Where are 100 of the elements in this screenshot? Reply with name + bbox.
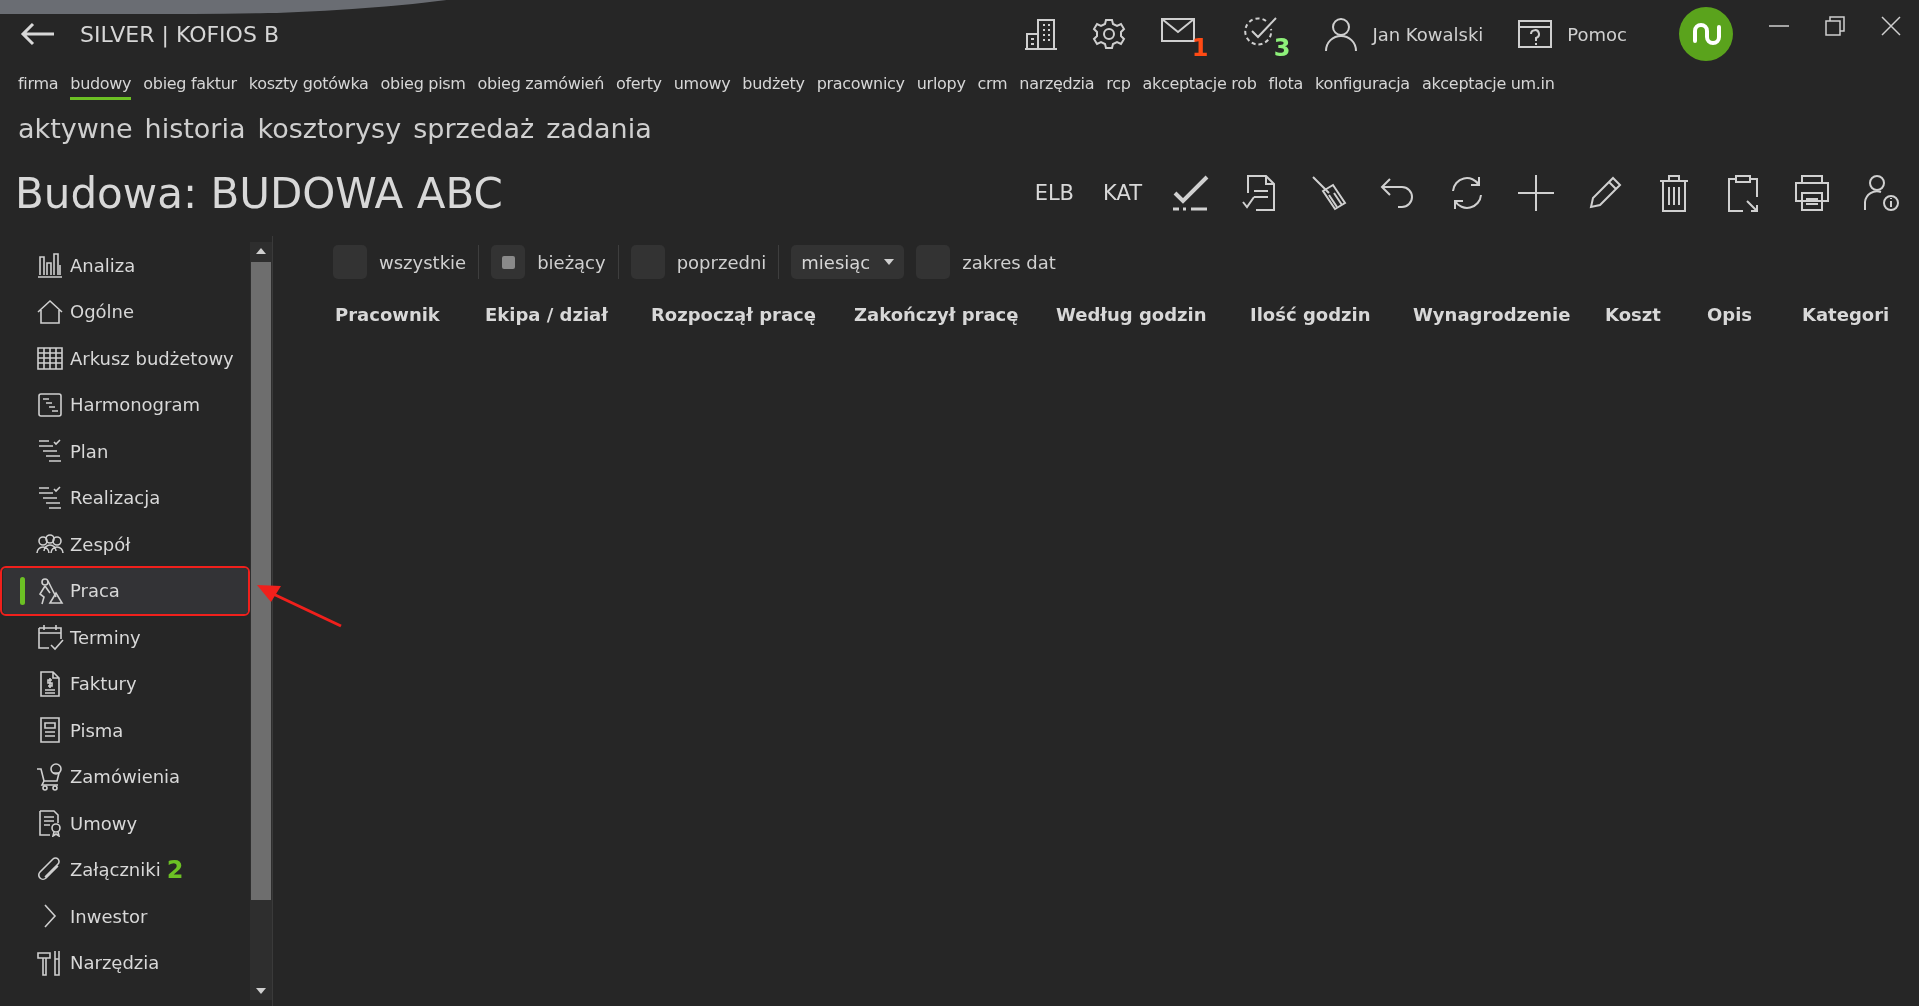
column-header[interactable]: Rozpoczął pracę [651, 304, 854, 325]
scroll-up-icon[interactable] [256, 248, 266, 254]
back-arrow-icon[interactable] [20, 22, 56, 46]
sidebar-item-label: Analiza [70, 254, 136, 276]
sidebar-item[interactable]: Arkusz budżetowy [3, 335, 250, 382]
checkbox-label[interactable]: wszystkie [379, 251, 467, 273]
nav-tab[interactable]: obieg pism [380, 74, 466, 100]
grid-icon [36, 344, 64, 373]
column-header[interactable]: Koszt [1605, 304, 1707, 325]
sub-tab[interactable]: aktywne [18, 112, 133, 144]
caret-icon [884, 259, 895, 265]
column-header[interactable]: Kategori [1802, 304, 1890, 325]
help-window-icon[interactable] [1517, 19, 1554, 49]
mail-count: 1 [1191, 34, 1209, 62]
toolbar-text-button[interactable]: ELB [1034, 181, 1075, 205]
sidebar-item[interactable]: Realizacja [3, 474, 250, 521]
column-header[interactable]: Ilość godzin [1250, 304, 1413, 325]
toolbar-text-button[interactable]: KAT [1103, 181, 1142, 205]
column-header[interactable]: Pracownik [335, 304, 485, 325]
sidebar-item-label: Inwestor [70, 905, 148, 927]
nav-tab[interactable]: pracownicy [816, 74, 905, 100]
steps-icon [36, 390, 64, 419]
checkbox-label[interactable]: poprzedni [676, 251, 767, 273]
sidebar-item-label: Harmonogram [70, 394, 200, 416]
sub-tab[interactable]: sprzedaż [413, 112, 535, 144]
window-title: SILVER | KOFIOS B [80, 21, 279, 47]
sidebar-item[interactable]: Plan [3, 428, 250, 475]
page-title: Budowa: BUDOWA ABC [15, 168, 503, 218]
user-icon[interactable] [1324, 16, 1359, 52]
sidebar-item[interactable]: Zamówienia [3, 753, 250, 800]
sidebar-item[interactable]: Terminy [3, 614, 250, 661]
check-list-icon[interactable] [1171, 173, 1211, 213]
sidebar-item[interactable]: Harmonogram [3, 381, 250, 428]
sidebar-item[interactable]: Inwestor [3, 893, 250, 940]
restore-icon[interactable] [1825, 16, 1845, 36]
user-name[interactable]: Jan Kowalski [1372, 23, 1484, 45]
scrollbar-thumb[interactable] [251, 262, 271, 900]
column-header[interactable]: Ekipa / dział [485, 304, 651, 325]
sidebar-item[interactable]: Praca [3, 567, 248, 614]
help-link[interactable]: Pomoc [1567, 23, 1627, 45]
sidebar-item[interactable]: Faktury [3, 660, 250, 707]
sidebar-item-label: Praca [70, 580, 120, 602]
column-header[interactable]: Według godzin [1056, 304, 1250, 325]
sub-tab[interactable]: historia [144, 112, 246, 144]
nav-tab[interactable]: umowy [673, 74, 731, 100]
sidebar-item-label: Pisma [70, 719, 124, 741]
scroll-down-icon[interactable] [256, 988, 266, 994]
nav-tab[interactable]: konfiguracja [1315, 74, 1410, 100]
nav-tab[interactable]: crm [977, 74, 1008, 100]
nav-tab[interactable]: oferty [616, 74, 662, 100]
nav-tab[interactable]: budowy [70, 74, 132, 100]
sidebar-item-label: Zespół [70, 533, 131, 555]
nav-tab[interactable]: akceptacje um.in [1421, 74, 1555, 100]
checkbox[interactable] [491, 245, 526, 279]
sidebar-item-label: Narzędzia [70, 952, 160, 974]
tasks-count: 3 [1273, 34, 1291, 62]
plus-icon[interactable] [1516, 173, 1556, 213]
broom-icon[interactable] [1309, 173, 1349, 213]
sub-tab[interactable]: kosztorysy [257, 112, 402, 144]
nav-tab[interactable]: budżety [742, 74, 805, 100]
attachment-count: 2 [166, 855, 184, 884]
nav-tab[interactable]: flota [1268, 74, 1304, 100]
nav-tab[interactable]: akceptacje rob [1142, 74, 1257, 100]
contract-icon [36, 809, 64, 838]
chart-icon [36, 251, 64, 280]
close-icon[interactable] [1881, 16, 1901, 36]
buildings-icon[interactable] [1024, 17, 1059, 51]
nav-tab[interactable]: rcp [1106, 74, 1131, 100]
scrollbar[interactable] [250, 242, 272, 1000]
column-header[interactable]: Wynagrodzenie [1413, 304, 1605, 325]
sidebar-item[interactable]: Ogólne [3, 288, 250, 335]
sidebar-item[interactable]: Załączniki 2 [3, 846, 250, 893]
nav-tab[interactable]: narzędzia [1019, 74, 1095, 100]
nav-tab[interactable]: obieg faktur [143, 74, 237, 100]
nav-tab[interactable]: obieg zamówień [477, 74, 604, 100]
period-dropdown[interactable]: miesiąc [791, 245, 905, 279]
checkbox-label[interactable]: bieżący [537, 251, 606, 273]
app-logo-icon [1679, 7, 1733, 61]
settings-icon[interactable] [1092, 17, 1127, 51]
house-icon [36, 297, 64, 326]
calendar-icon [36, 623, 64, 652]
user-info-icon[interactable] [1861, 173, 1901, 213]
sidebar-item[interactable]: Narzędzia [3, 939, 250, 986]
column-header[interactable]: Zakończył pracę [854, 304, 1056, 325]
sidebar-item[interactable]: Pisma [3, 707, 250, 754]
sub-tab[interactable]: zadania [546, 112, 652, 144]
cart-icon [36, 762, 64, 791]
nav-tab[interactable]: koszty gotówka [248, 74, 369, 100]
sidebar-item-label: Realizacja [70, 487, 161, 509]
column-header[interactable]: Opis [1707, 304, 1802, 325]
nav-tab[interactable]: urlopy [916, 74, 966, 100]
nav-tab[interactable]: firma [18, 74, 59, 100]
checkbox-label[interactable]: zakres dat [962, 251, 1056, 273]
list-icon [36, 483, 64, 512]
sidebar-item[interactable]: Analiza [3, 242, 250, 289]
sidebar-item-label: Ogólne [70, 301, 135, 323]
sidebar-item[interactable]: Zespół [3, 521, 250, 568]
sidebar-item[interactable]: Umowy [3, 800, 250, 847]
sidebar-item-label: Arkusz budżetowy [70, 347, 234, 369]
printer-icon[interactable] [1792, 173, 1832, 213]
